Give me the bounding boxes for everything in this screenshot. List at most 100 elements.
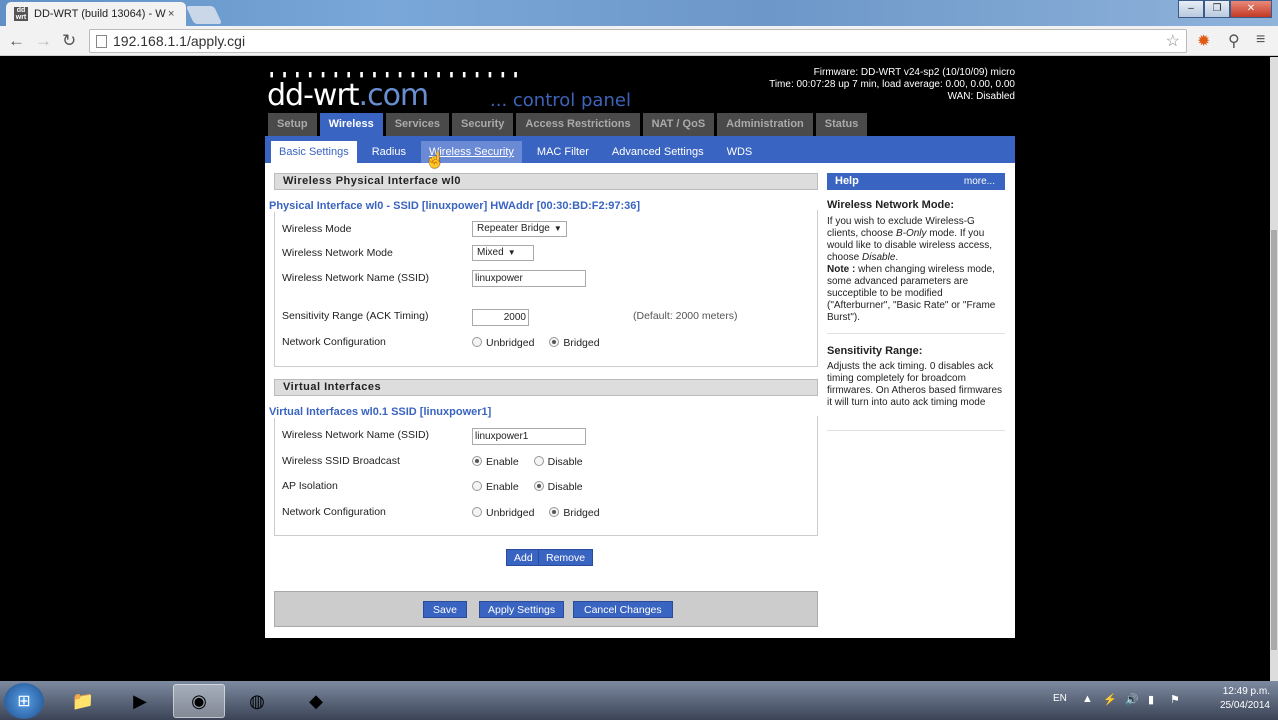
ack-timing-label: Sensitivity Range (ACK Timing): [282, 310, 429, 322]
signal-icon[interactable]: ▮: [1148, 693, 1154, 706]
chevron-down-icon: ▼: [507, 248, 516, 257]
flag-icon[interactable]: ⚑: [1170, 693, 1180, 706]
settings-panel: Basic Settings Radius Wireless Security …: [265, 136, 1015, 638]
virtual-unbridged-radio[interactable]: [472, 507, 482, 517]
subtab-radius[interactable]: Radius: [363, 141, 414, 163]
tab-nat-qos[interactable]: NAT / QoS: [642, 113, 715, 136]
tab-security[interactable]: Security: [451, 113, 514, 136]
broadcast-enable-radio[interactable]: [472, 456, 482, 466]
virtual-network-config-label: Network Configuration: [282, 506, 386, 518]
extension-fire-icon[interactable]: ✹: [1197, 31, 1210, 51]
firmware-info: Firmware: DD-WRT v24-sp2 (10/10/09) micr…: [769, 67, 1015, 103]
chevron-down-icon: ▼: [553, 224, 562, 233]
window-controls: ‒ ❐ ✕: [1178, 0, 1272, 18]
section-physical-interface: Wireless Physical Interface wl0: [274, 173, 818, 190]
explorer-icon[interactable]: 📁: [57, 684, 109, 718]
isolation-disable-radio[interactable]: [533, 481, 544, 491]
ssid-label: Wireless Network Name (SSID): [282, 272, 430, 284]
help-more-link[interactable]: more...: [964, 173, 995, 190]
minimize-button[interactable]: ‒: [1178, 0, 1204, 18]
cancel-changes-button[interactable]: Cancel Changes: [573, 601, 673, 618]
network-config-label: Network Configuration: [282, 336, 386, 348]
broadcast-disable-radio[interactable]: [533, 456, 544, 466]
uptime-text: Time: 00:07:28 up 7 min, load average: 0…: [769, 79, 1015, 90]
network-tray-icon[interactable]: ⚡: [1103, 693, 1117, 706]
apply-settings-button[interactable]: Apply Settings: [479, 601, 565, 618]
tab-title: DD-WRT (build 13064) - W: [34, 8, 166, 20]
main-tabs: Setup Wireless Services Security Access …: [268, 113, 868, 136]
save-button[interactable]: Save: [423, 601, 467, 618]
ack-timing-input[interactable]: 2000: [472, 309, 529, 326]
tab-access-restrictions[interactable]: Access Restrictions: [516, 113, 640, 136]
hand-cursor-icon: ☝: [425, 152, 445, 169]
section-virtual-interfaces: Virtual Interfaces: [274, 379, 818, 396]
help-mode-text: If you wish to exclude Wireless-G client…: [827, 216, 996, 323]
ssid-input[interactable]: linuxpower: [472, 270, 586, 287]
tab-setup[interactable]: Setup: [268, 113, 317, 136]
address-bar[interactable]: 192.168.1.1/apply.cgi ☆: [89, 29, 1187, 53]
ap-isolation-radios: Enable Disable: [472, 481, 583, 493]
help-sensitivity-text: Adjusts the ack timing. 0 disables ack t…: [827, 361, 1003, 408]
tab-services[interactable]: Services: [385, 113, 449, 136]
ack-default-hint: (Default: 2000 meters): [633, 310, 738, 322]
network-mode-select[interactable]: Mixed ▼: [472, 245, 534, 261]
clock[interactable]: 12:49 p.m. 25/04/2014: [1220, 685, 1270, 713]
close-window-button[interactable]: ✕: [1230, 0, 1272, 18]
media-player-icon[interactable]: ▶: [114, 684, 166, 718]
app-icon[interactable]: ◆: [290, 684, 342, 718]
virtual-legend: Virtual Interfaces wl0.1 SSID [linuxpowe…: [269, 406, 496, 418]
ssid-broadcast-radios: Enable Disable: [472, 456, 583, 468]
remove-button[interactable]: Remove: [538, 549, 594, 566]
sub-tabs: Basic Settings Radius Wireless Security …: [265, 136, 1015, 163]
title-bar: dd wrt DD-WRT (build 13064) - W × ‒ ❐ ✕: [0, 0, 1278, 26]
network-config-radios: Unbridged Bridged: [472, 337, 600, 349]
wireless-mode-select[interactable]: Repeater Bridge ▼: [472, 221, 567, 237]
tab-status[interactable]: Status: [815, 113, 868, 136]
browser-tab[interactable]: dd wrt DD-WRT (build 13064) - W ×: [6, 2, 186, 26]
chrome-icon[interactable]: ◉: [173, 684, 225, 718]
address-text: 192.168.1.1/apply.cgi: [113, 33, 246, 49]
volume-icon[interactable]: 🔊: [1125, 693, 1139, 706]
physical-legend: Physical Interface wl0 - SSID [linuxpowe…: [269, 200, 645, 212]
bookmark-star-icon[interactable]: ☆: [1166, 31, 1180, 51]
help-header: Help more...: [827, 173, 1005, 190]
extension-icon[interactable]: ⚲: [1228, 31, 1240, 51]
tab-close-icon[interactable]: ×: [168, 8, 180, 20]
new-tab-button[interactable]: [185, 6, 223, 24]
ap-isolation-label: AP Isolation: [282, 480, 338, 492]
virtual-ssid-input[interactable]: linuxpower1: [472, 428, 586, 445]
unbridged-radio[interactable]: [472, 337, 482, 347]
scrollbar-thumb[interactable]: [1271, 230, 1277, 650]
firmware-text: Firmware: DD-WRT v24-sp2 (10/10/09) micr…: [813, 67, 1015, 78]
virtual-bridged-radio[interactable]: [549, 507, 560, 517]
ddwrt-header: ▮ ▮ ▮ ▮ ▮ ▮ ▮ ▮ ▮ ▮ ▮ ▮ ▮ ▮ ▮ ▮ ▮ ▮ ▮ ▮ …: [265, 60, 1015, 113]
subtab-basic-settings[interactable]: Basic Settings: [271, 141, 357, 163]
clock-time: 12:49 p.m.: [1222, 686, 1270, 697]
help-separator: [827, 430, 1005, 431]
control-panel-title: ... control panel: [490, 90, 631, 111]
forward-icon[interactable]: →: [35, 31, 52, 51]
tab-administration[interactable]: Administration: [717, 113, 813, 136]
page-icon: [96, 34, 107, 48]
clock-date: 25/04/2014: [1219, 700, 1270, 711]
add-button[interactable]: Add: [506, 549, 541, 566]
back-icon[interactable]: ←: [8, 31, 25, 51]
subtab-mac-filter[interactable]: MAC Filter: [528, 141, 597, 163]
reload-icon[interactable]: ↻: [62, 31, 76, 51]
help-mode-title: Wireless Network Mode:: [827, 199, 955, 211]
bridged-radio[interactable]: [549, 337, 560, 347]
start-button[interactable]: ⊞: [4, 683, 44, 719]
subtab-advanced-settings[interactable]: Advanced Settings: [603, 141, 712, 163]
isolation-enable-radio[interactable]: [472, 481, 482, 491]
maximize-button[interactable]: ❐: [1204, 0, 1230, 18]
subtab-wds[interactable]: WDS: [718, 141, 761, 163]
tab-wireless[interactable]: Wireless: [319, 113, 383, 136]
show-hidden-icons-icon[interactable]: ▲: [1082, 693, 1093, 705]
firefox-icon[interactable]: ◍: [231, 684, 283, 718]
help-sensitivity-title: Sensitivity Range:: [827, 345, 923, 357]
menu-icon[interactable]: ≡: [1256, 31, 1265, 49]
wan-status: WAN: Disabled: [947, 91, 1015, 102]
ddwrt-favicon-icon: dd wrt: [14, 7, 28, 21]
ddwrt-logo: dd-wrt.com: [267, 78, 429, 113]
language-indicator[interactable]: EN: [1053, 693, 1067, 704]
